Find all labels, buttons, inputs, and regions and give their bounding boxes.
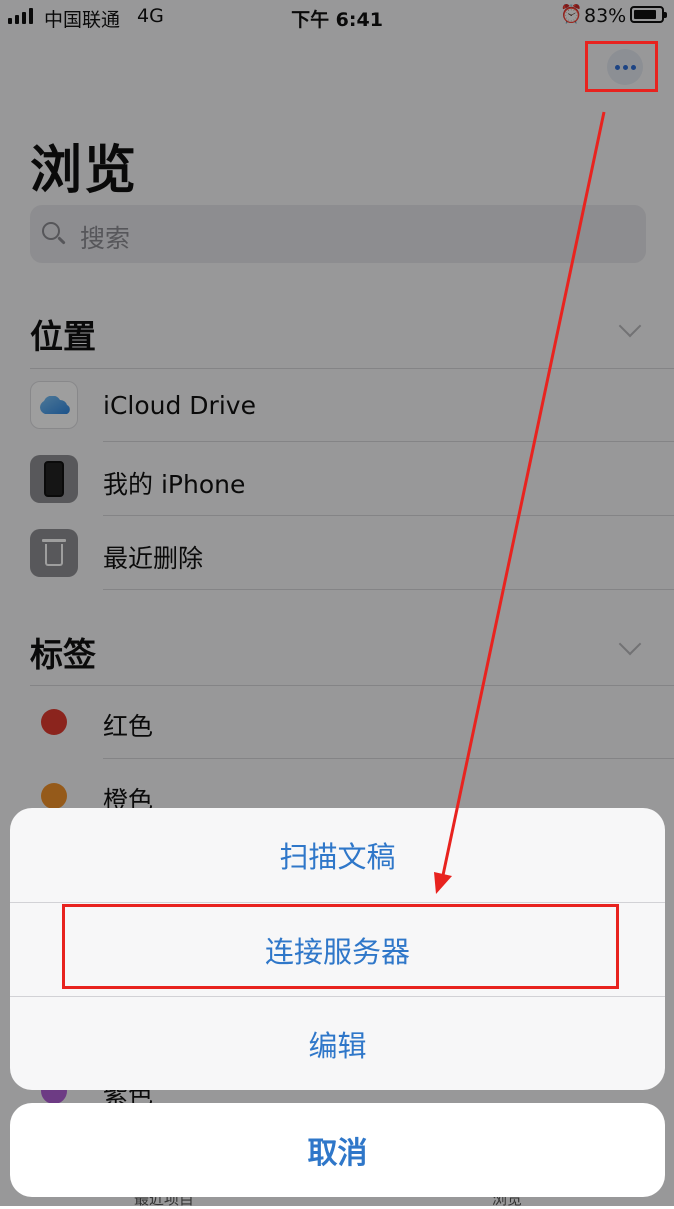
annotation-arrow-icon — [434, 111, 606, 894]
